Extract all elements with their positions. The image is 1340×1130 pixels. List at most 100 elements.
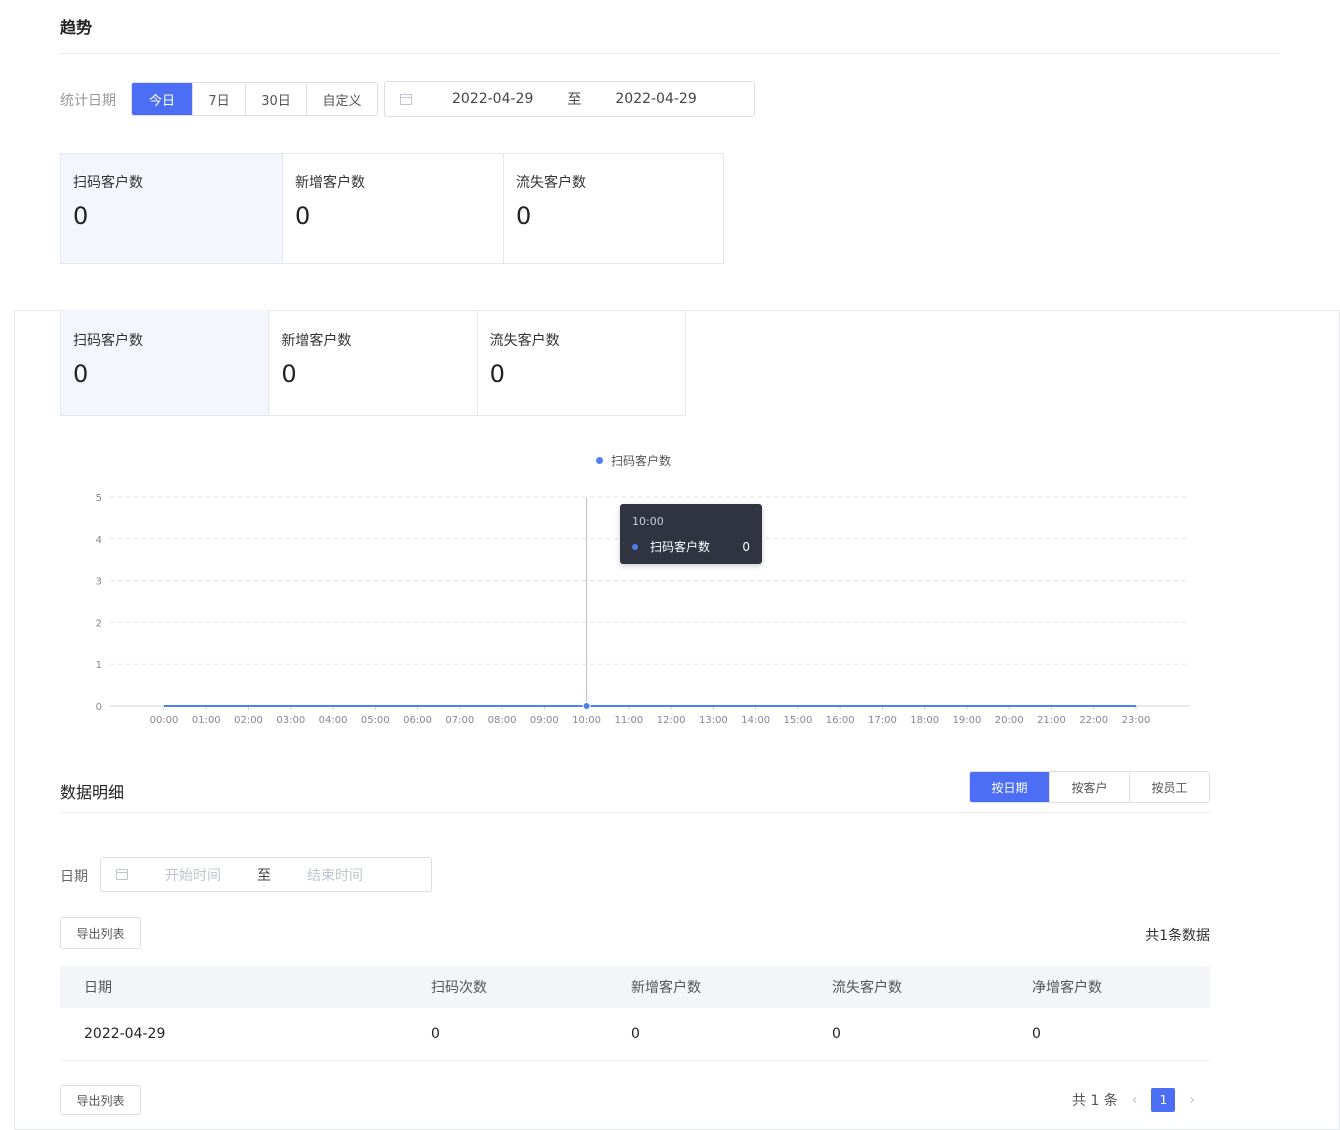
x-tick-label: 19:00 <box>953 715 982 726</box>
tooltip-series: 扫码客户数 <box>650 540 711 554</box>
stat-card-value: 0 <box>73 202 89 230</box>
y-tick-label: 5 <box>96 493 102 504</box>
x-tick-label: 11:00 <box>614 715 643 726</box>
section-title: 趋势 <box>60 18 93 37</box>
x-tick-label: 20:00 <box>995 715 1024 726</box>
series-point-highlight <box>582 702 591 710</box>
stat-card-new[interactable]: 新增客户数 0 <box>282 154 503 263</box>
x-tick-label: 23:00 <box>1122 715 1151 726</box>
range-option-today[interactable]: 今日 <box>132 83 192 115</box>
table-header: 日期 扫码次数 新增客户数 流失客户数 净增客户数 <box>60 966 1210 1008</box>
tooltip-value: 0 <box>742 539 750 554</box>
col-header-date: 日期 <box>84 980 112 996</box>
pagination: 共 1 条 ‹ 1 › <box>1072 1088 1195 1112</box>
x-tick-label: 10:00 <box>572 715 601 726</box>
x-tick-label: 09:00 <box>530 715 559 726</box>
x-axis-ticks: 00:00 01:00 02:00 03:00 04:00 05:00 06:00 07:00… <box>150 706 1151 726</box>
filter-end-input[interactable]: 结束时间 <box>307 865 363 885</box>
filter-start-input[interactable]: 开始时间 <box>165 865 221 885</box>
tooltip-marker <box>632 543 638 550</box>
pagination-prev-icon[interactable]: ‹ <box>1132 1092 1138 1108</box>
x-tick-label: 02:00 <box>234 715 263 726</box>
tab-by-employee[interactable]: 按员工 <box>1129 772 1209 802</box>
stat-date-label: 统计日期 <box>60 93 116 109</box>
stat-card-label: 扫码客户数 <box>73 175 143 191</box>
stat-cards: 扫码客户数 0 新增客户数 0 流失客户数 0 <box>60 153 724 264</box>
y-tick-label: 4 <box>96 535 102 546</box>
cell-scans: 0 <box>431 1026 440 1042</box>
x-tick-label: 05:00 <box>361 715 390 726</box>
col-header-scans: 扫码次数 <box>431 980 487 996</box>
x-tick-label: 06:00 <box>403 715 432 726</box>
panel-card-scan[interactable]: 扫码客户数 0 <box>61 310 269 415</box>
detail-title: 数据明细 <box>60 783 125 802</box>
cell-net: 0 <box>1032 1026 1041 1042</box>
range-option-7d[interactable]: 7日 <box>192 83 245 115</box>
x-tick-label: 15:00 <box>783 715 812 726</box>
x-tick-label: 08:00 <box>488 715 517 726</box>
tab-by-customer[interactable]: 按客户 <box>1049 772 1129 802</box>
date-filter-picker[interactable]: 开始时间 至 结束时间 <box>100 857 432 892</box>
calendar-icon <box>400 93 412 105</box>
col-header-net: 净增客户数 <box>1032 980 1102 996</box>
range-quick-select: 今日 7日 30日 自定义 <box>131 82 378 116</box>
range-end-date[interactable]: 2022-04-29 <box>615 91 696 107</box>
trend-chart[interactable]: 0 1 2 3 4 5 00:00 01:00 02:00 03:00 04:00 05:00 06:… <box>80 445 1200 735</box>
panel-card-lost[interactable]: 流失客户数 0 <box>476 310 685 415</box>
x-tick-label: 16:00 <box>826 715 855 726</box>
panel-card-label: 扫码客户数 <box>73 333 143 349</box>
range-option-30d[interactable]: 30日 <box>245 83 306 115</box>
export-button-bottom[interactable]: 导出列表 <box>60 1085 141 1115</box>
stat-card-label: 新增客户数 <box>295 175 365 191</box>
x-tick-label: 22:00 <box>1079 715 1108 726</box>
x-tick-label: 17:00 <box>868 715 897 726</box>
detail-tabs: 按日期 按客户 按员工 <box>969 771 1210 803</box>
stat-card-value: 0 <box>295 202 311 230</box>
panel-card-value: 0 <box>281 360 297 388</box>
x-tick-label: 00:00 <box>150 715 179 726</box>
y-tick-label: 3 <box>96 577 102 588</box>
x-tick-label: 13:00 <box>699 715 728 726</box>
range-separator: 至 <box>567 92 582 108</box>
range-start-date[interactable]: 2022-04-29 <box>452 91 533 107</box>
range-option-custom[interactable]: 自定义 <box>306 83 377 115</box>
x-tick-label: 14:00 <box>741 715 770 726</box>
stat-card-value: 0 <box>516 202 532 230</box>
y-tick-label: 0 <box>96 702 102 713</box>
cell-date: 2022-04-29 <box>84 1026 166 1042</box>
tooltip-x: 10:00 <box>632 515 664 528</box>
stat-card-scan[interactable]: 扫码客户数 0 <box>61 154 282 263</box>
panel-card-label: 新增客户数 <box>281 333 352 349</box>
tab-by-date[interactable]: 按日期 <box>970 772 1049 802</box>
panel-card-label: 流失客户数 <box>489 333 560 349</box>
x-tick-label: 18:00 <box>910 715 939 726</box>
section-divider <box>60 53 1280 54</box>
chart-tooltip: 10:00 扫码客户数 0 <box>620 504 762 564</box>
total-count: 共1条数据 <box>1145 928 1210 944</box>
pagination-page-current[interactable]: 1 <box>1151 1088 1176 1112</box>
calendar-icon <box>116 869 128 880</box>
x-tick-label: 07:00 <box>445 715 474 726</box>
date-filter-label: 日期 <box>60 869 88 885</box>
stat-card-label: 流失客户数 <box>516 175 586 191</box>
series-layer <box>164 702 1136 710</box>
x-tick-label: 12:00 <box>657 715 686 726</box>
cell-lost: 0 <box>832 1026 841 1042</box>
y-axis-ticks: 0 1 2 3 4 5 <box>96 493 102 713</box>
y-tick-label: 1 <box>96 660 102 671</box>
export-button-top[interactable]: 导出列表 <box>60 917 141 949</box>
x-tick-label: 03:00 <box>276 715 305 726</box>
x-tick-label: 21:00 <box>1037 715 1066 726</box>
stat-date-range-picker[interactable]: 2022-04-29 至 2022-04-29 <box>384 81 755 117</box>
panel-card-value: 0 <box>489 360 505 388</box>
panel-card-value: 0 <box>73 360 89 388</box>
stat-card-lost[interactable]: 流失客户数 0 <box>503 154 723 263</box>
pagination-next-icon[interactable]: › <box>1189 1092 1195 1108</box>
panel-card-new[interactable]: 新增客户数 0 <box>268 310 476 415</box>
cell-new: 0 <box>631 1026 640 1042</box>
col-header-lost: 流失客户数 <box>832 980 902 996</box>
x-tick-label: 01:00 <box>192 715 221 726</box>
pagination-total: 共 1 条 <box>1072 1093 1118 1109</box>
table-row: 2022-04-29 0 0 0 0 <box>60 1008 1210 1061</box>
col-header-new: 新增客户数 <box>631 980 701 996</box>
